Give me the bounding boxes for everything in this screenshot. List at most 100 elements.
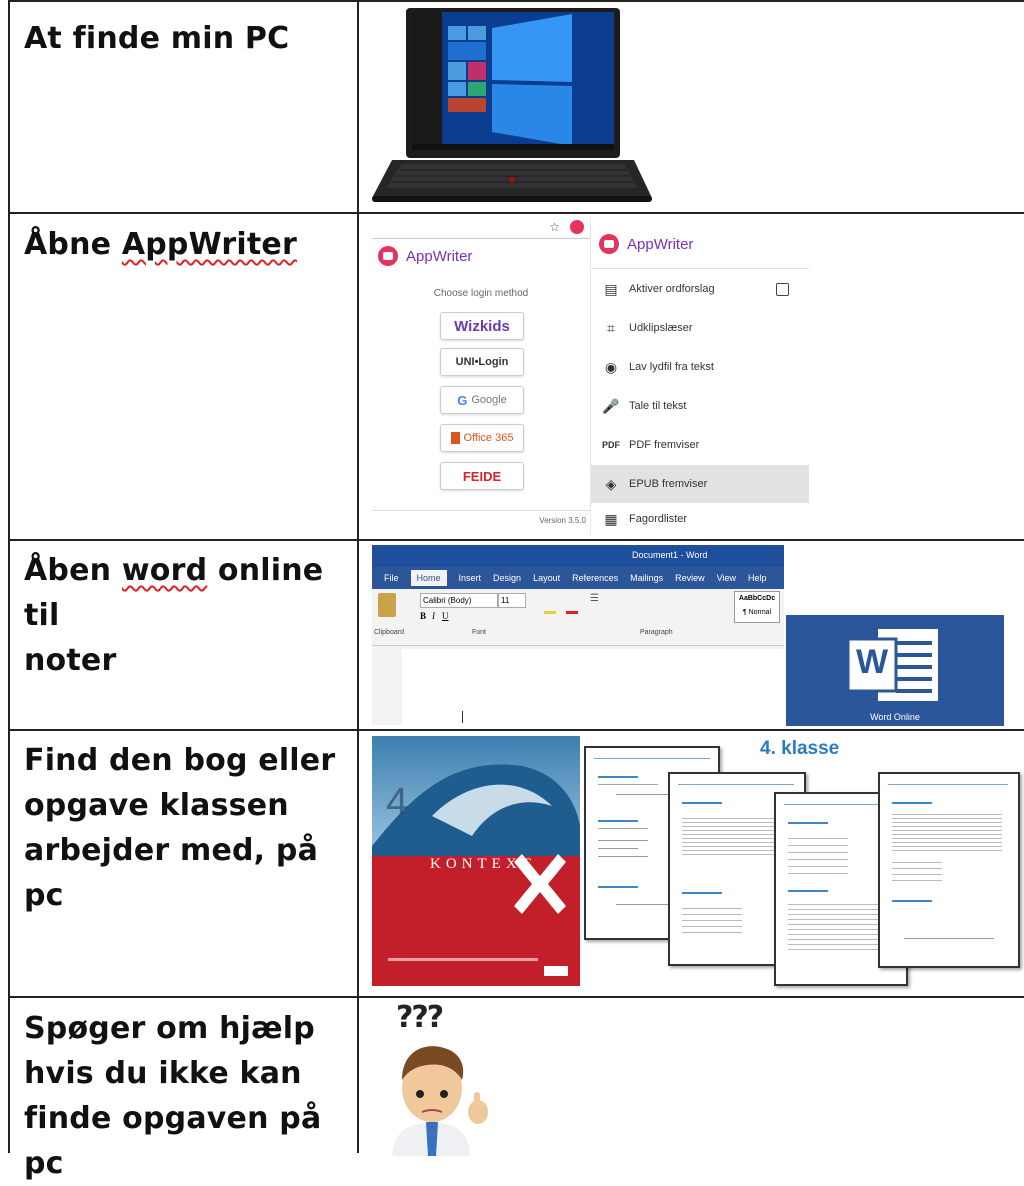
record-icon: ◉ [604, 358, 618, 375]
book-title: KONTEXT [430, 856, 536, 872]
word-document-title: Document1 - Word [632, 550, 708, 560]
worksheet-page [878, 772, 1020, 968]
choose-login-label: Choose login method [433, 288, 529, 299]
tab-references[interactable]: References [572, 573, 618, 583]
word-online-logo: W Word Online [786, 615, 1004, 726]
menu-label: Lav lydfil fra tekst [629, 361, 714, 373]
word-online-caption: Word Online [870, 712, 920, 722]
menu-item-pdf-fremviser[interactable]: PDF PDF fremviser [591, 426, 809, 464]
word-tab-bar: File Home Insert Design Layout Reference… [372, 567, 784, 589]
menu-label: EPUB fremviser [629, 478, 708, 490]
appwriter-menu-logo: AppWriter [599, 234, 693, 254]
word-logo-letter: W [855, 643, 889, 681]
tab-insert[interactable]: Insert [459, 573, 482, 583]
menu-label: Udklipslæser [629, 322, 693, 334]
column-divider [357, 0, 359, 1153]
word-document-canvas[interactable] [402, 649, 784, 725]
menu-label: Aktiver ordforslag [629, 283, 715, 295]
style-normal[interactable]: AaBbCcDc ¶ Normal [734, 591, 780, 623]
row-divider-3 [8, 729, 1024, 731]
row2-spellcheck-word: AppWriter [121, 227, 297, 262]
row3-spellcheck-word: word [121, 553, 208, 588]
crop-icon: ⌗ [607, 319, 615, 336]
book-grade-number: 4 [386, 780, 409, 824]
row2-prefix: Åbne [24, 227, 122, 262]
bold-icon[interactable]: B [420, 611, 426, 621]
menu-label: Tale til tekst [629, 400, 687, 412]
row4-text: Find den bog eller opgave klassen arbejd… [24, 743, 336, 913]
menu-item-lav-lydfil[interactable]: ◉ Lav lydfil fra tekst [591, 348, 809, 386]
tab-design[interactable]: Design [493, 573, 521, 583]
wizkids-login-button[interactable]: Wizkids [440, 312, 524, 340]
text-cursor [462, 711, 463, 723]
clipboard-group-label: Clipboard [374, 629, 404, 636]
row2-text: Åbne AppWriter [24, 222, 344, 267]
word-titlebar: Document1 - Word [372, 545, 784, 567]
epub-icon: ◈ [605, 475, 617, 492]
tab-home[interactable]: Home [410, 570, 447, 586]
office365-login-button[interactable]: Office 365 [440, 424, 524, 452]
office-icon [450, 432, 460, 444]
menu-divider [591, 268, 809, 269]
appwriter-logo: AppWriter [378, 246, 472, 266]
row3-prefix: Åben [24, 553, 122, 588]
google-login-button[interactable]: G Google [440, 386, 524, 414]
word-home-toolbar: Calibri (Body) 11 B I U ☰ AaBbCcDc ¶ Norm… [372, 589, 784, 646]
bullets-icon[interactable]: ☰ [590, 593, 599, 604]
person-icon [392, 1046, 488, 1156]
menu-item-fagordlister[interactable]: ▦ Fagordlister [591, 504, 809, 534]
highlight-icon[interactable] [544, 611, 556, 614]
row5-text: Spøger om hjælp hvis du ikke kan finde o… [24, 1011, 322, 1181]
tab-help[interactable]: Help [748, 573, 767, 583]
version-label: Version 3.5.0 [539, 516, 586, 525]
row-divider-2 [8, 539, 1024, 541]
microphone-icon: 🎤 [602, 397, 620, 414]
tab-layout[interactable]: Layout [533, 573, 560, 583]
wordlist-icon: ▦ [604, 510, 618, 527]
thinking-person-illustration: ??? [382, 1000, 502, 1156]
menu-label: Fagordlister [629, 513, 688, 525]
row-divider-4 [8, 996, 1024, 998]
appwriter-menu-brand: AppWriter [627, 235, 694, 253]
worksheets-heading: 4. klasse [760, 738, 840, 759]
font-name-dropdown[interactable]: Calibri (Body) [420, 593, 498, 608]
kontext-book-cover: 4 KONTEXT [372, 736, 580, 986]
browser-toolbar: ☆ [372, 218, 590, 239]
menu-item-tale-til-tekst[interactable]: 🎤 Tale til tekst [591, 387, 809, 425]
tab-review[interactable]: Review [675, 573, 705, 583]
italic-icon[interactable]: I [432, 611, 435, 621]
tab-view[interactable]: View [717, 573, 736, 583]
row1-text: At finde min PC [24, 21, 290, 56]
underline-icon[interactable]: U [442, 611, 449, 621]
table-border-top [8, 0, 1024, 2]
font-color-icon[interactable] [566, 611, 578, 614]
paste-icon[interactable] [378, 593, 396, 617]
laptop-image [372, 8, 652, 202]
pdf-icon: PDF [602, 440, 620, 450]
menu-label: PDF fremviser [629, 439, 700, 451]
appwriter-brand-text: AppWriter [406, 247, 473, 265]
row-divider-1 [8, 212, 1024, 214]
appwriter-logo-icon [599, 234, 619, 254]
appwriter-extension-icon[interactable] [570, 220, 584, 234]
menu-item-aktiver-ordforslag[interactable]: ▤ Aktiver ordforslag [591, 270, 809, 308]
google-icon: G [457, 392, 468, 408]
checkbox[interactable] [776, 282, 789, 296]
appwriter-login-panel: ☆ AppWriter Choose login method Wizkids … [372, 218, 590, 534]
font-group-label: Font [472, 629, 487, 636]
feide-login-button[interactable]: FEIDE [440, 462, 524, 490]
tab-mailings[interactable]: Mailings [630, 573, 663, 583]
word-ribbon-screenshot: Document1 - Word File Home Insert Design… [372, 545, 784, 725]
question-marks: ??? [396, 1000, 444, 1035]
tab-file[interactable]: File [384, 573, 399, 583]
unilogin-button[interactable]: UNI•Login [440, 348, 524, 376]
menu-item-udklipslaeser[interactable]: ⌗ Udklipslæser [591, 309, 809, 347]
row3-line2: noter [24, 643, 117, 678]
star-icon[interactable]: ☆ [549, 220, 560, 234]
panel-divider [372, 510, 590, 511]
word-suggestion-icon: ▤ [604, 280, 618, 297]
row3-text: Åben word online til noter [24, 548, 344, 683]
menu-item-epub-fremviser[interactable]: ◈ EPUB fremviser [591, 465, 809, 503]
style-normal-label: ¶ Normal [742, 609, 772, 616]
font-size-dropdown[interactable]: 11 [498, 593, 526, 608]
